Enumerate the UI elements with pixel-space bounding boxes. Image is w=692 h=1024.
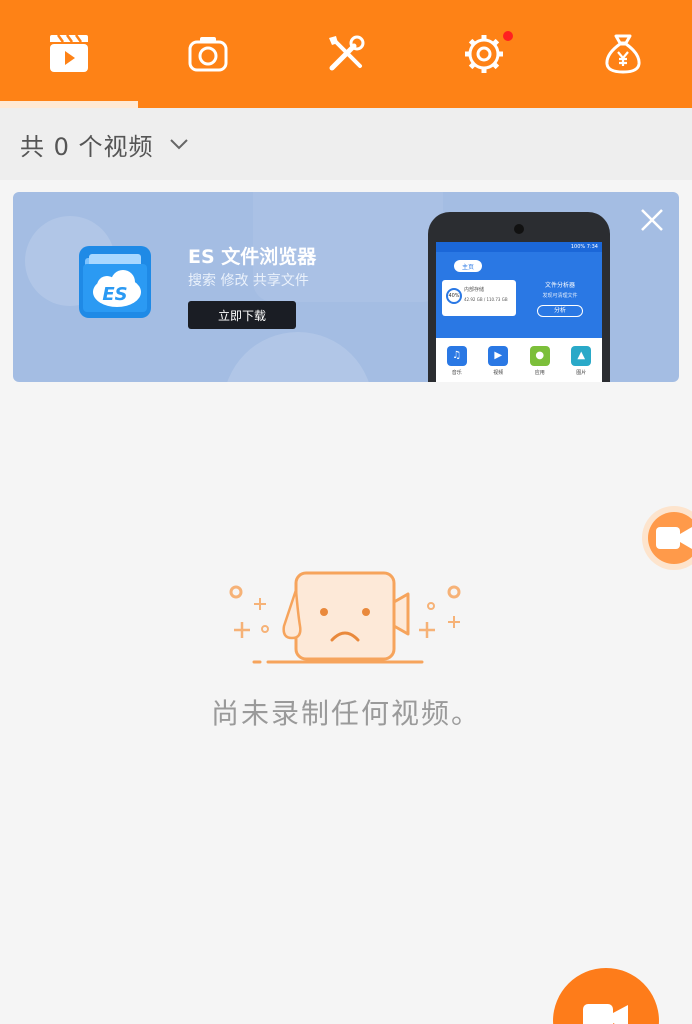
download-button[interactable]: 立即下载 [188,301,296,329]
record-fab[interactable] [553,968,659,1024]
top-tab-bar [0,0,692,108]
video-camera-icon [656,527,692,549]
android-icon: ● [529,346,550,366]
tab-screenshot[interactable] [138,0,276,108]
gear-icon [465,35,504,73]
image-icon: ▲ [571,346,592,366]
video-count-header[interactable]: 共 0 个视频 [0,108,692,180]
svg-text:ES: ES [102,284,127,305]
phone-mockup: 100% 7:34 主页 40% 内部存储 42.92 GB / 110.73 … [428,212,610,382]
notification-badge [503,31,513,41]
close-ad-icon[interactable] [637,205,667,235]
floating-record-button[interactable] [642,506,692,570]
tab-videos[interactable] [0,0,138,108]
camera-icon [188,37,228,72]
tab-tools[interactable] [277,0,415,108]
ad-app-name: ES 文件浏览器 [188,246,317,268]
empty-state-message: 尚未录制任何视频。 [210,697,481,730]
chevron-down-icon [169,139,188,150]
money-bag-icon [605,34,641,74]
ad-subtitle: 搜索 修改 共享文件 [188,273,309,289]
video-icon: ▶ [488,346,509,366]
active-tab-indicator [0,101,138,108]
es-file-explorer-icon: ES [79,246,151,318]
ad-banner[interactable]: ES ES 文件浏览器 搜索 修改 共享文件 立即下载 100% 7:34 主页… [13,192,679,382]
video-clapper-icon [50,34,89,72]
video-camera-icon [583,1004,628,1024]
music-icon: ♫ [446,346,467,366]
tab-settings[interactable] [415,0,553,108]
tools-icon [328,35,365,71]
tab-rewards[interactable] [554,0,692,108]
video-count-label: 共 0 个视频 [20,132,154,161]
sad-camera-illustration [229,571,461,664]
